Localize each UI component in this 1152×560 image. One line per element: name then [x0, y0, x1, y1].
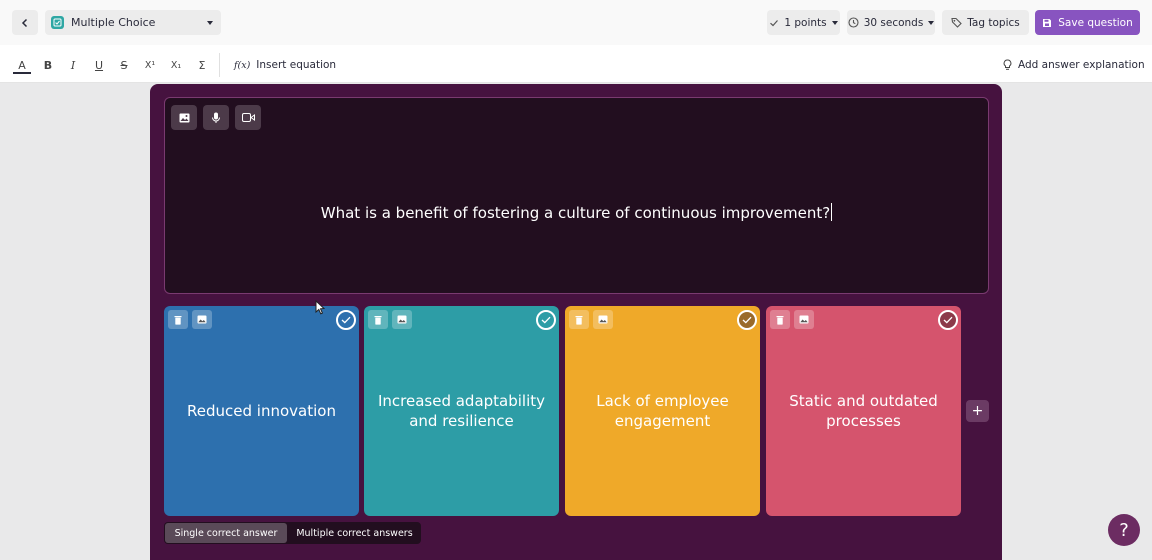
superscript-button[interactable]: X¹	[141, 56, 159, 74]
save-question-button[interactable]: Save question	[1035, 10, 1140, 35]
text-cursor	[831, 203, 833, 221]
answer-option-text[interactable]: Reduced innovation	[172, 306, 351, 516]
question-type-select[interactable]: Multiple Choice	[45, 10, 221, 35]
toolbar-divider	[219, 53, 220, 77]
save-question-label: Save question	[1058, 16, 1133, 29]
insert-equation-button[interactable]: f(x) Insert equation	[234, 56, 336, 74]
lightbulb-icon	[1003, 59, 1012, 70]
function-icon: f(x)	[234, 59, 251, 71]
question-input-area[interactable]: What is a benefit of fostering a culture…	[164, 97, 989, 294]
question-text-content: What is a benefit of fostering a culture…	[320, 204, 831, 222]
microphone-icon	[212, 112, 220, 123]
add-image-button[interactable]	[171, 105, 197, 130]
add-video-button[interactable]	[235, 105, 261, 130]
answer-mode-toggle: Single correct answer Multiple correct a…	[164, 522, 421, 544]
chevron-down-icon	[831, 20, 838, 25]
question-type-label: Multiple Choice	[71, 16, 156, 29]
underline-button[interactable]: U	[90, 56, 108, 74]
tag-topics-label: Tag topics	[967, 16, 1020, 29]
check-icon	[770, 19, 779, 26]
add-audio-button[interactable]	[203, 105, 229, 130]
answer-option-1[interactable]: Reduced innovation	[164, 306, 359, 516]
add-option-button[interactable]: +	[966, 400, 989, 422]
answer-option-3[interactable]: Lack of employee engagement	[565, 306, 760, 516]
answer-option-2[interactable]: Increased adaptability and resilience	[364, 306, 559, 516]
mouse-cursor-icon	[315, 300, 325, 315]
back-button[interactable]	[12, 10, 38, 35]
chevron-left-icon	[21, 18, 28, 27]
points-dropdown[interactable]: 1 points	[767, 10, 840, 35]
sum-button[interactable]: Σ	[193, 56, 211, 74]
clock-icon	[848, 17, 859, 28]
subscript-button[interactable]: X₁	[167, 56, 185, 74]
text-color-indicator	[13, 72, 31, 74]
video-icon	[241, 113, 255, 122]
answer-option-4[interactable]: Static and outdated processes	[766, 306, 961, 516]
strikethrough-button[interactable]: S	[115, 56, 133, 74]
question-editor: What is a benefit of fostering a culture…	[150, 84, 1002, 560]
top-bar: Multiple Choice 1 points 30 seconds Tag …	[0, 0, 1152, 45]
image-icon	[179, 113, 189, 122]
multiple-correct-answers-option[interactable]: Multiple correct answers	[288, 522, 421, 544]
add-explanation-label: Add answer explanation	[1018, 59, 1145, 71]
help-button[interactable]: ?	[1108, 514, 1140, 546]
answer-option-text[interactable]: Increased adaptability and resilience	[372, 306, 551, 516]
single-correct-answer-option[interactable]: Single correct answer	[165, 523, 287, 543]
tag-topics-button[interactable]: Tag topics	[942, 10, 1029, 35]
question-text[interactable]: What is a benefit of fostering a culture…	[165, 203, 988, 222]
italic-button[interactable]: I	[64, 56, 82, 74]
answer-option-text[interactable]: Static and outdated processes	[774, 306, 953, 516]
time-label: 30 seconds	[863, 16, 924, 29]
points-label: 1 points	[784, 16, 827, 29]
add-explanation-button[interactable]: Add answer explanation	[1003, 56, 1145, 74]
bold-button[interactable]: B	[39, 56, 57, 74]
multiple-choice-icon	[51, 16, 64, 29]
chevron-down-icon	[207, 20, 213, 25]
time-dropdown[interactable]: 30 seconds	[847, 10, 935, 35]
insert-equation-label: Insert equation	[256, 59, 337, 71]
tag-icon	[951, 17, 963, 28]
chevron-down-icon	[928, 20, 935, 25]
answer-option-text[interactable]: Lack of employee engagement	[573, 306, 752, 516]
save-icon	[1043, 18, 1052, 27]
formatting-toolbar: A B I U S X¹ X₁ Σ f(x) Insert equation A…	[0, 45, 1152, 83]
